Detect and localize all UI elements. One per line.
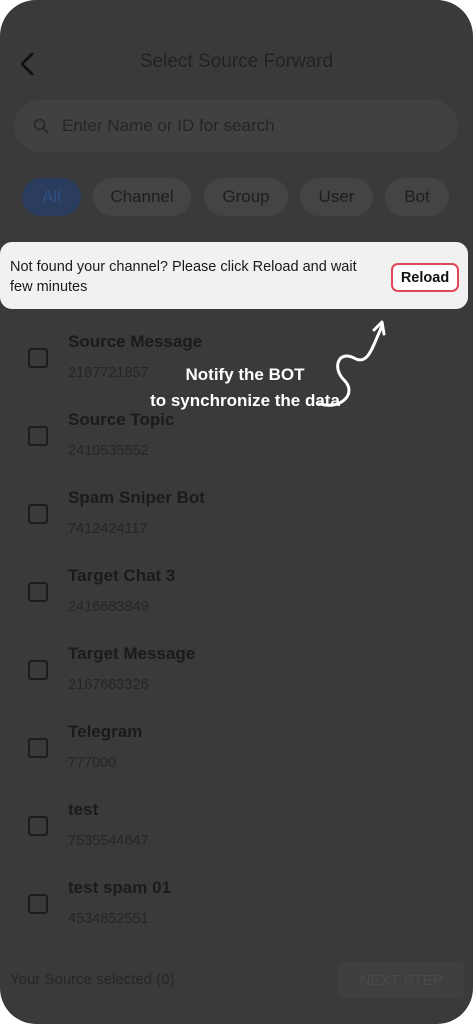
item-checkbox[interactable] <box>28 504 48 524</box>
item-id: 2167663326 <box>68 677 149 693</box>
reload-button[interactable]: Reload <box>391 263 459 292</box>
item-checkbox[interactable] <box>28 426 48 446</box>
filter-chip-bot[interactable]: Bot <box>385 178 449 216</box>
item-checkbox[interactable] <box>28 348 48 368</box>
item-checkbox[interactable] <box>28 660 48 680</box>
item-name: Source Message <box>68 332 203 351</box>
item-name: test <box>68 800 99 819</box>
filter-tabs: All Channel Group User Bot <box>22 178 473 216</box>
list-item[interactable]: Spam Sniper Bot 7412424117 <box>0 474 473 552</box>
list-item[interactable]: test 7535544647 <box>0 786 473 864</box>
list-item[interactable]: Target Message 2167663326 <box>0 630 473 708</box>
item-id: 7535544647 <box>68 833 149 849</box>
filter-chip-user[interactable]: User <box>300 178 373 216</box>
annotation-line-1: Notify the BOT <box>185 365 305 384</box>
item-id: 2187721857 <box>68 365 149 381</box>
list-item[interactable]: test spam 01 4534852551 <box>0 864 473 942</box>
item-name: Target Chat 3 <box>68 566 176 585</box>
item-id: 2410535552 <box>68 443 149 459</box>
item-checkbox[interactable] <box>28 582 48 602</box>
banner-message: Not found your channel? Please click Rel… <box>10 259 357 295</box>
item-id: 4534852551 <box>68 911 149 927</box>
item-id: 2416683849 <box>68 599 149 615</box>
search-icon <box>33 118 49 134</box>
item-checkbox[interactable] <box>28 738 48 758</box>
item-id: 777000 <box>68 755 117 771</box>
reload-banner: Not found your channel? Please click Rel… <box>0 242 468 309</box>
filter-chip-group[interactable]: Group <box>204 178 288 216</box>
annotation-line-2: to synchronize the data <box>150 391 340 410</box>
item-name: test spam 01 <box>68 878 171 897</box>
item-name: Target Message <box>68 644 196 663</box>
search-input[interactable] <box>62 100 442 152</box>
page-title: Select Source Forward <box>139 51 334 72</box>
selection-count: Your Source selected (0) <box>10 971 175 988</box>
list-item[interactable]: Target Chat 3 2416683849 <box>0 552 473 630</box>
item-name: Telegram <box>68 722 143 741</box>
item-id: 7412424117 <box>68 521 148 537</box>
filter-chip-channel[interactable]: Channel <box>93 178 191 216</box>
item-checkbox[interactable] <box>28 816 48 836</box>
item-checkbox[interactable] <box>28 894 48 914</box>
annotation-callout: Notify the BOT to synchronize the data <box>150 362 340 414</box>
next-step-button[interactable]: NEXT STEP <box>338 962 464 998</box>
app-screen: Select Source Forward All Channel Group … <box>0 0 473 1024</box>
item-name: Spam Sniper Bot <box>68 488 205 507</box>
list-item[interactable]: Telegram 777000 <box>0 708 473 786</box>
header: Select Source Forward <box>0 40 473 88</box>
filter-chip-all[interactable]: All <box>22 178 81 216</box>
search-bar[interactable] <box>14 100 458 152</box>
